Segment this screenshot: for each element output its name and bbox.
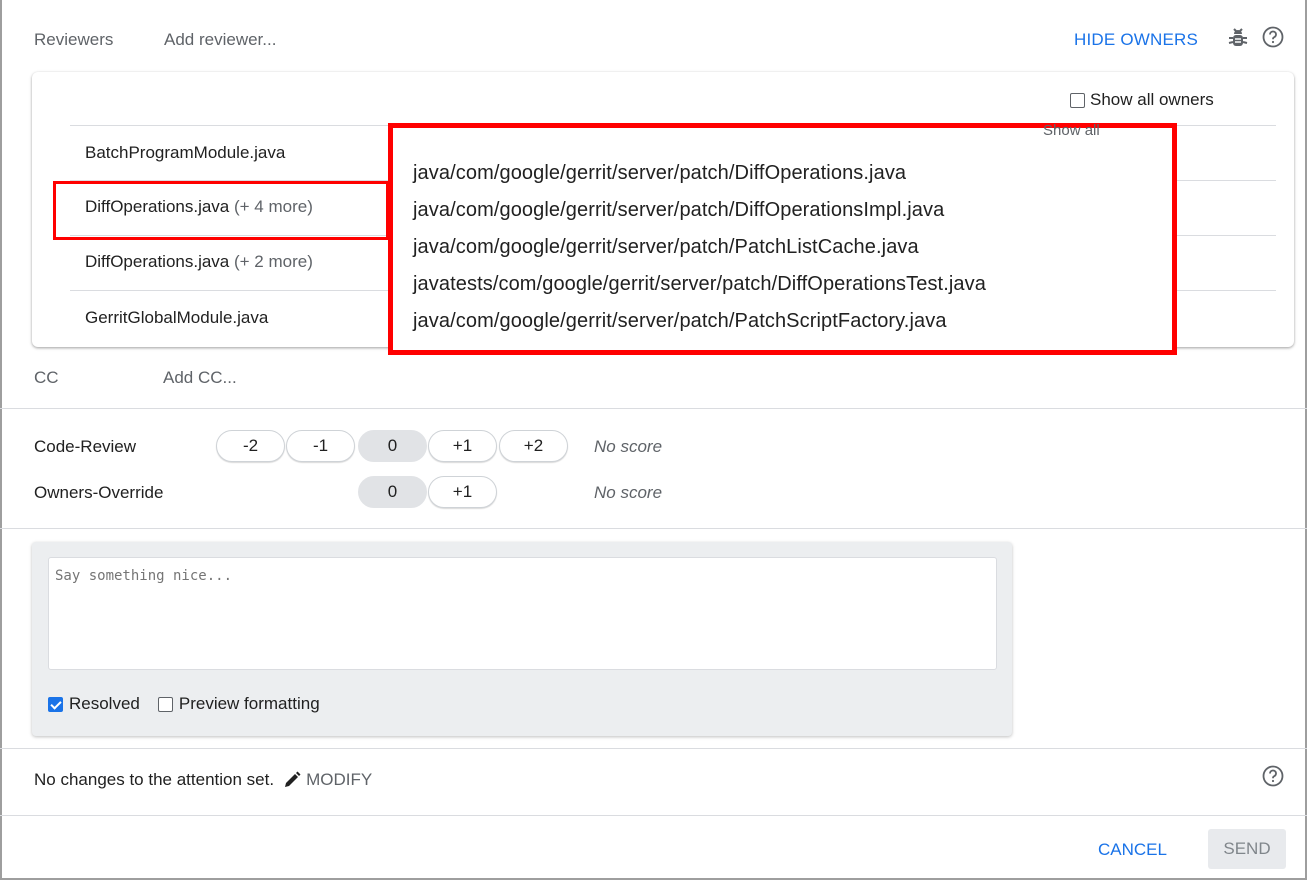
score-status: No score	[594, 483, 663, 502]
resolved-label: Resolved	[69, 694, 140, 713]
preview-formatting-label: Preview formatting	[178, 694, 320, 713]
score-button-0[interactable]: 0	[358, 476, 427, 508]
attention-row: No changes to the attention set. MODIFY	[34, 770, 372, 790]
comment-options: Resolved Preview formatting	[48, 694, 320, 714]
file-path: java/com/google/gerrit/server/patch/Diff…	[413, 199, 945, 221]
preview-formatting-checkbox[interactable]	[157, 696, 173, 712]
show-all-owners-label: Show all owners	[1090, 90, 1214, 109]
cancel-button[interactable]: CANCEL	[1098, 840, 1167, 860]
file-name: GerritGlobalModule.java	[85, 308, 269, 327]
score-status: No score	[594, 437, 663, 456]
modify-button[interactable]: MODIFY	[282, 770, 372, 790]
help-icon[interactable]	[1262, 26, 1284, 48]
send-button[interactable]: SEND	[1208, 829, 1286, 869]
score-button-plus-1[interactable]: +1	[428, 430, 497, 462]
help-icon[interactable]	[1262, 765, 1284, 787]
file-path: java/com/google/gerrit/server/patch/Patc…	[413, 236, 919, 258]
pencil-icon	[285, 771, 301, 787]
highlight-box	[53, 181, 389, 240]
add-reviewer-input[interactable]: Add reviewer...	[164, 30, 276, 50]
section-divider	[0, 748, 1307, 749]
file-path: java/com/google/gerrit/server/patch/Diff…	[413, 162, 907, 184]
score-button-minus-1[interactable]: -1	[286, 430, 355, 462]
owner-file-row[interactable]: DiffOperations.java (+ 2 more)	[85, 252, 313, 272]
score-button-plus-1[interactable]: +1	[428, 476, 497, 508]
add-cc-input[interactable]: Add CC...	[163, 368, 237, 388]
attention-text: No changes to the attention set.	[34, 770, 275, 789]
section-divider	[0, 528, 1307, 529]
file-name: DiffOperations.java	[85, 252, 230, 271]
section-divider	[0, 408, 1307, 409]
owner-file-row[interactable]: GerritGlobalModule.java	[85, 308, 268, 328]
score-button-minus-2[interactable]: -2	[216, 430, 285, 462]
checkbox-icon[interactable]	[1070, 92, 1085, 108]
file-path: javatests/com/google/gerrit/server/patch…	[413, 273, 986, 295]
file-path: java/com/google/gerrit/server/patch/Patc…	[413, 310, 947, 332]
modify-label: MODIFY	[306, 770, 373, 789]
resolved-checkbox[interactable]	[48, 696, 63, 712]
comment-textarea[interactable]	[48, 557, 997, 670]
show-all-owners-checkbox[interactable]: Show all owners	[1070, 90, 1214, 110]
more-files-link[interactable]: (+ 2 more)	[234, 252, 313, 271]
label-owners-override: Owners-Override	[34, 483, 164, 502]
cc-label: CC	[34, 368, 59, 387]
label-code-review: Code-Review	[34, 437, 137, 456]
section-divider	[0, 815, 1307, 816]
bug-icon[interactable]	[1228, 27, 1248, 49]
comment-card: Resolved Preview formatting	[32, 542, 1012, 736]
reviewers-label: Reviewers	[34, 30, 114, 49]
score-button-0[interactable]: 0	[358, 430, 427, 462]
hide-owners-button[interactable]: HIDE OWNERS	[1074, 30, 1198, 50]
owner-file-row[interactable]: BatchProgramModule.java	[85, 143, 285, 163]
files-popup: Show all java/com/google/gerrit/server/p…	[388, 122, 1177, 355]
file-name: BatchProgramModule.java	[85, 143, 286, 162]
popup-ghost-text: Show all	[1043, 122, 1100, 139]
score-button-plus-2[interactable]: +2	[499, 430, 568, 462]
